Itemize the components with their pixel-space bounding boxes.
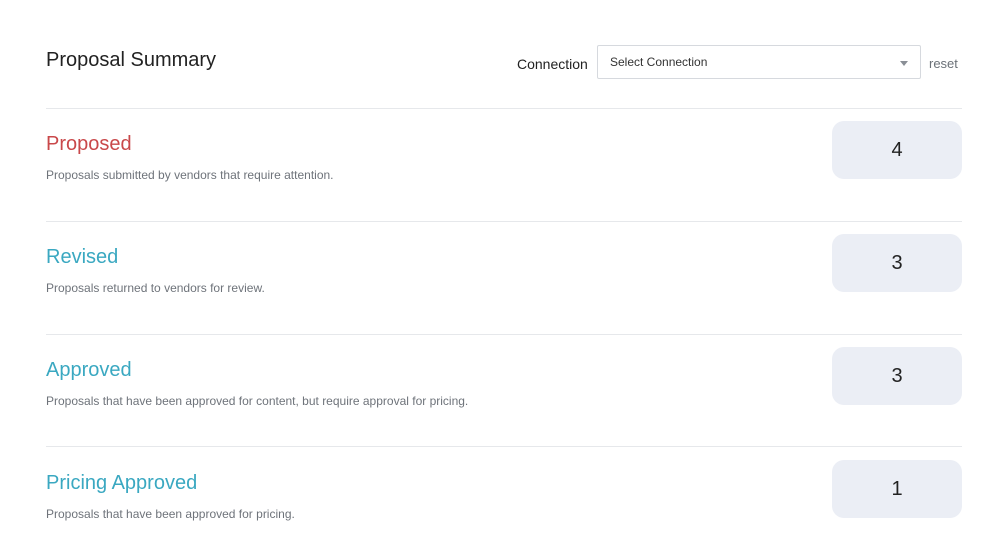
count-badge-pricing-approved[interactable]: 1 xyxy=(832,460,962,518)
count-badge-revised[interactable]: 3 xyxy=(832,234,962,292)
status-title-approved: Approved xyxy=(46,359,132,381)
divider xyxy=(46,334,962,335)
status-description-proposed: Proposals submitted by vendors that requ… xyxy=(46,168,334,182)
reset-link[interactable]: reset xyxy=(929,55,958,72)
status-row-revised[interactable]: Revised Proposals returned to vendors fo… xyxy=(46,234,962,305)
divider xyxy=(46,446,962,447)
caret-down-icon xyxy=(900,61,908,66)
summary-header: Proposal Summary Connection Select Conne… xyxy=(46,44,962,82)
count-badge-approved[interactable]: 3 xyxy=(832,347,962,405)
status-row-proposed[interactable]: Proposed Proposals submitted by vendors … xyxy=(46,121,962,192)
status-description-pricing-approved: Proposals that have been approved for pr… xyxy=(46,507,295,521)
status-title-pricing-approved: Pricing Approved xyxy=(46,472,198,494)
proposal-summary-page: Proposal Summary Connection Select Conne… xyxy=(0,0,994,552)
connection-label: Connection xyxy=(517,56,588,72)
divider xyxy=(46,221,962,222)
status-description-revised: Proposals returned to vendors for review… xyxy=(46,281,265,295)
status-row-approved[interactable]: Approved Proposals that have been approv… xyxy=(46,347,962,418)
connection-select-value: Select Connection xyxy=(610,55,708,69)
status-title-proposed: Proposed xyxy=(46,133,132,155)
page-title: Proposal Summary xyxy=(46,49,217,71)
status-row-pricing-approved[interactable]: Pricing Approved Proposals that have bee… xyxy=(46,460,962,531)
connection-select[interactable]: Select Connection xyxy=(597,45,921,79)
status-description-approved: Proposals that have been approved for co… xyxy=(46,394,469,408)
status-title-revised: Revised xyxy=(46,246,119,268)
count-badge-proposed[interactable]: 4 xyxy=(832,121,962,179)
divider xyxy=(46,108,962,109)
